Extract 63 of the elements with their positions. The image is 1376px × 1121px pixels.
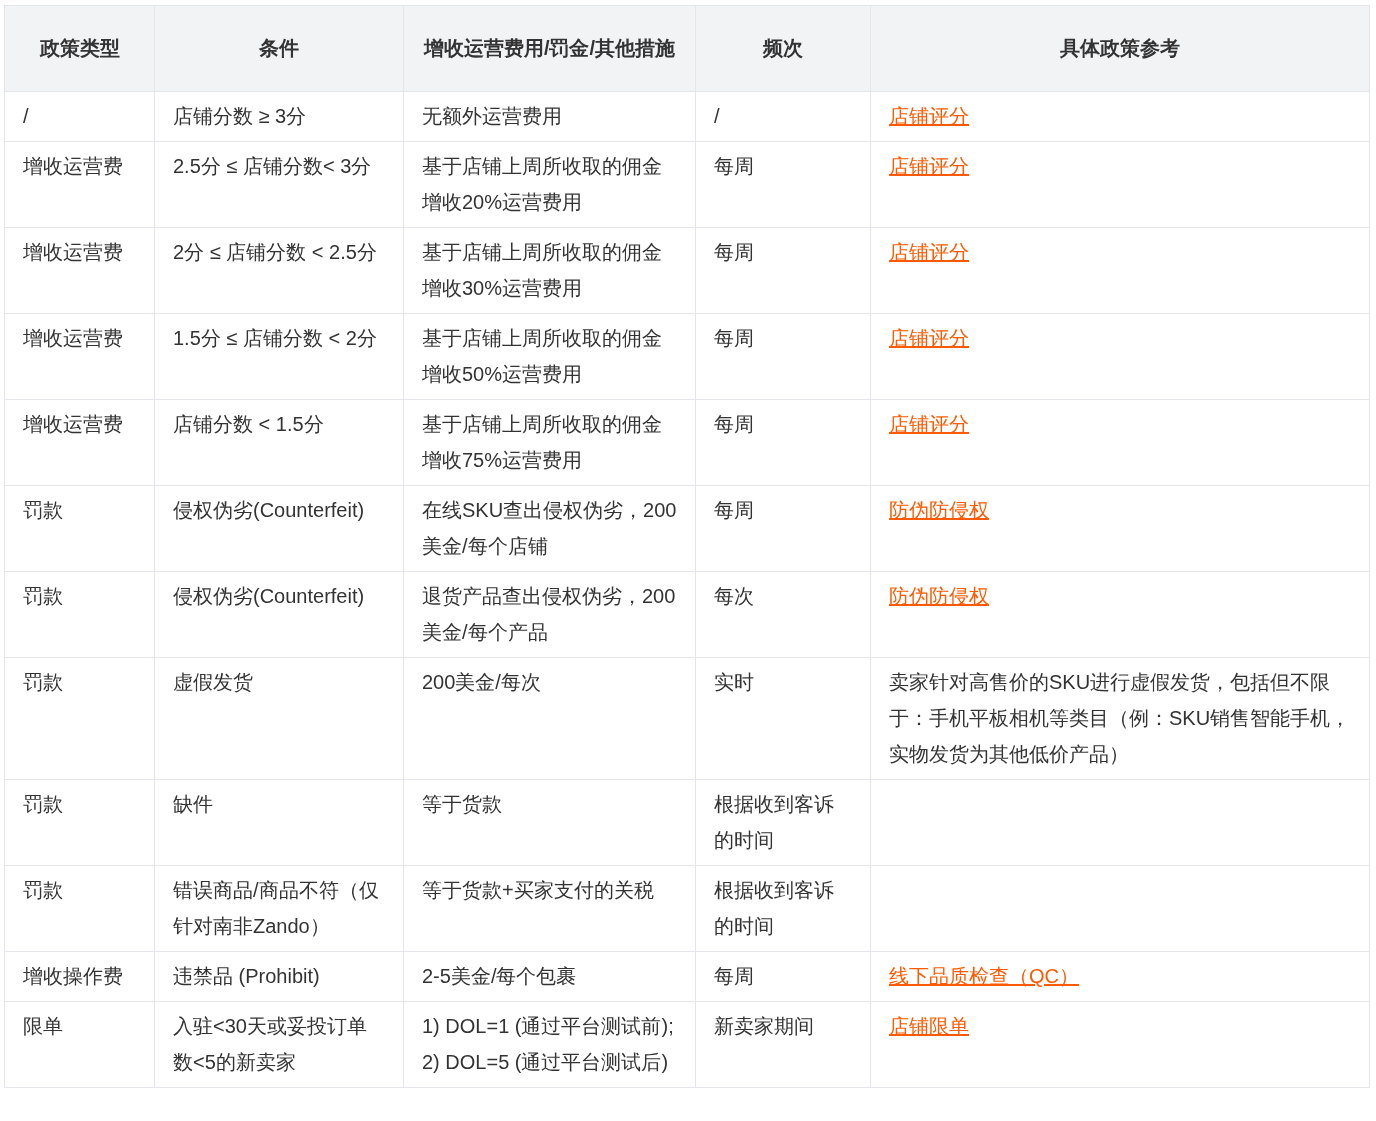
- table-cell: 基于店铺上周所收取的佣金增收20%运营费用: [403, 141, 696, 228]
- table-cell: 限单: [4, 1001, 155, 1088]
- table-cell: 店铺分数 ≥ 3分: [154, 91, 404, 142]
- table-cell: 罚款: [4, 865, 155, 952]
- table-cell: 侵权伪劣(Counterfeit): [154, 571, 404, 658]
- table-cell: 1) DOL=1 (通过平台测试前); 2) DOL=5 (通过平台测试后): [403, 1001, 696, 1088]
- table-cell: 缺件: [154, 779, 404, 866]
- table-cell: 增收操作费: [4, 951, 155, 1002]
- table-cell: 罚款: [4, 485, 155, 572]
- table-cell: 200美金/每次: [403, 657, 696, 780]
- column-header: 增收运营费用/罚金/其他措施: [403, 5, 696, 92]
- table-cell: 每周: [695, 951, 871, 1002]
- table-cell: 每周: [695, 485, 871, 572]
- table-cell: 在线SKU查出侵权伪劣，200美金/每个店铺: [403, 485, 696, 572]
- policy-link[interactable]: 店铺评分: [889, 413, 969, 435]
- table-cell: /: [4, 91, 155, 142]
- table-cell: 根据收到客诉的时间: [695, 865, 871, 952]
- table-cell: 每周: [695, 313, 871, 400]
- table-cell: 罚款: [4, 779, 155, 866]
- table-cell: 新卖家期间: [695, 1001, 871, 1088]
- table-cell: 退货产品查出侵权伪劣，200美金/每个产品: [403, 571, 696, 658]
- table-cell: 罚款: [4, 571, 155, 658]
- table-cell: 每周: [695, 399, 871, 486]
- table-cell: 基于店铺上周所收取的佣金增收50%运营费用: [403, 313, 696, 400]
- policy-link[interactable]: 防伪防侵权: [889, 585, 989, 607]
- cell-text: 卖家针对高售价的SKU进行虚假发货，包括但不限于：手机平板相机等类目（例：SKU销售智能手机，实物发货为其他低价产品）: [889, 671, 1351, 765]
- table-cell: 2-5美金/每个包裹: [403, 951, 696, 1002]
- table-cell: /: [695, 91, 871, 142]
- table-cell: 增收运营费: [4, 313, 155, 400]
- table-cell: 入驻<30天或妥投订单数<5的新卖家: [154, 1001, 404, 1088]
- table-cell: 罚款: [4, 657, 155, 780]
- table-cell: 虚假发货: [154, 657, 404, 780]
- table-cell: 违禁品 (Prohibit): [154, 951, 404, 1002]
- table-cell: 增收运营费: [4, 399, 155, 486]
- table-cell: 每周: [695, 141, 871, 228]
- table-cell: 侵权伪劣(Counterfeit): [154, 485, 404, 572]
- policy-link[interactable]: 线下品质检查（QC）: [889, 965, 1079, 987]
- policy-link[interactable]: 店铺评分: [889, 105, 969, 127]
- column-header: 条件: [154, 5, 404, 92]
- policy-link[interactable]: 防伪防侵权: [889, 499, 989, 521]
- table-cell: 错误商品/商品不符（仅针对南非Zando）: [154, 865, 404, 952]
- table-cell: 增收运营费: [4, 141, 155, 228]
- table-cell: 实时: [695, 657, 871, 780]
- policy-link[interactable]: 店铺限单: [889, 1015, 969, 1037]
- policy-link[interactable]: 店铺评分: [889, 327, 969, 349]
- table-cell: 每周: [695, 227, 871, 314]
- table-cell: 等于货款: [403, 779, 696, 866]
- table-cell: 增收运营费: [4, 227, 155, 314]
- table-cell: 基于店铺上周所收取的佣金增收30%运营费用: [403, 227, 696, 314]
- table-cell: 1.5分 ≤ 店铺分数 < 2分: [154, 313, 404, 400]
- table-cell: 基于店铺上周所收取的佣金增收75%运营费用: [403, 399, 696, 486]
- table-cell: 无额外运营费用: [403, 91, 696, 142]
- table-cell: 根据收到客诉的时间: [695, 779, 871, 866]
- table-cell: 等于货款+买家支付的关税: [403, 865, 696, 952]
- table-cell: 店铺分数 < 1.5分: [154, 399, 404, 486]
- policy-link[interactable]: 店铺评分: [889, 155, 969, 177]
- column-header: 政策类型: [4, 5, 155, 92]
- column-header: 频次: [695, 5, 871, 92]
- table-cell: 每次: [695, 571, 871, 658]
- policy-link[interactable]: 店铺评分: [889, 241, 969, 263]
- table-cell: 2.5分 ≤ 店铺分数< 3分: [154, 141, 404, 228]
- column-header: 具体政策参考: [870, 5, 1370, 92]
- table-cell: 2分 ≤ 店铺分数 < 2.5分: [154, 227, 404, 314]
